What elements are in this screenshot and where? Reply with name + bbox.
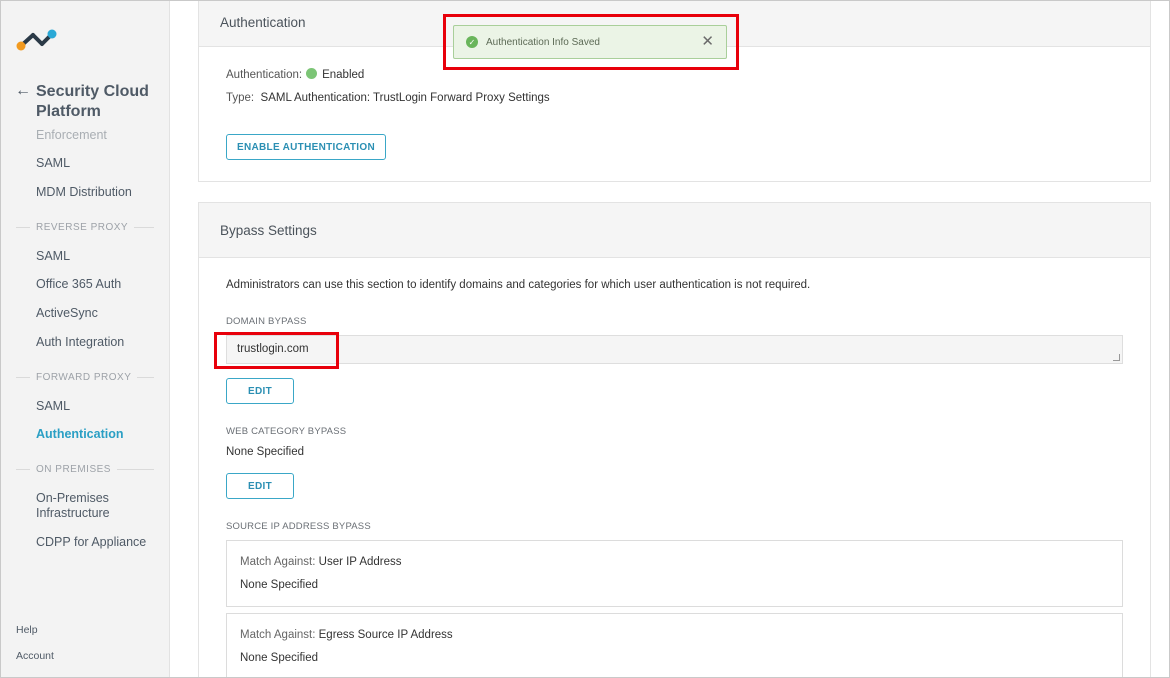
sidebar-item-mdm-distribution[interactable]: MDM Distribution xyxy=(36,185,132,200)
sidebar-item-forward-saml[interactable]: SAML xyxy=(36,399,70,414)
egress-ip-match-value: Egress Source IP Address xyxy=(318,629,453,641)
egress-ip-match-box xyxy=(226,613,1123,678)
sidebar-item-authentication[interactable]: Authentication xyxy=(36,427,124,442)
edit-web-category-bypass-button[interactable]: EDIT xyxy=(226,473,294,499)
bypass-settings-title: Bypass Settings xyxy=(199,203,1150,258)
section-reverse-proxy: REVERSE PROXY xyxy=(16,222,154,233)
authentication-status-value: Enabled xyxy=(322,69,365,81)
status-enabled-dot-icon xyxy=(306,68,318,79)
authentication-type-value: SAML Authentication: TrustLogin Forward … xyxy=(260,92,550,104)
user-ip-match-box xyxy=(226,540,1123,607)
resize-handle-icon[interactable] xyxy=(1113,354,1120,361)
egress-ip-value: None Specified xyxy=(240,652,318,664)
source-ip-bypass-label: SOURCE IP ADDRESS BYPASS xyxy=(226,521,371,532)
section-forward-proxy: FORWARD PROXY xyxy=(16,372,154,383)
web-category-bypass-label: WEB CATEGORY BYPASS xyxy=(226,426,347,437)
domain-bypass-label: DOMAIN BYPASS xyxy=(226,316,307,327)
edit-domain-bypass-button[interactable]: EDIT xyxy=(226,378,294,404)
user-ip-value: None Specified xyxy=(240,579,318,591)
sidebar-item-saml[interactable]: SAML xyxy=(36,156,70,171)
brand-logo[interactable] xyxy=(16,28,58,57)
web-category-bypass-value: None Specified xyxy=(226,446,304,458)
sidebar-item-on-premises-infrastructure[interactable]: On-Premises Infrastructure xyxy=(36,491,146,521)
platform-title: Security Cloud Platform xyxy=(36,83,149,120)
user-ip-match-value: User IP Address xyxy=(318,556,402,568)
authentication-status-label: Authentication: xyxy=(226,69,303,81)
sidebar-item-auth-integration[interactable]: Auth Integration xyxy=(36,335,124,350)
enable-authentication-button[interactable]: ENABLE AUTHENTICATION xyxy=(226,134,386,160)
highlight-toast-box xyxy=(443,14,739,70)
account-link[interactable]: Account xyxy=(16,650,54,662)
authentication-type: Type: SAML Authentication: TrustLogin Fo… xyxy=(226,92,550,104)
authentication-status: Authentication: Enabled xyxy=(226,68,364,81)
sidebar-item-office365-auth[interactable]: Office 365 Auth xyxy=(36,277,121,292)
back-arrow-icon[interactable]: ← xyxy=(15,82,36,100)
section-on-premises: ON PREMISES xyxy=(16,464,154,475)
bypass-description: Administrators can use this section to i… xyxy=(226,279,811,291)
highlight-domain-box xyxy=(214,332,339,369)
sidebar-item-activesync[interactable]: ActiveSync xyxy=(36,306,98,321)
sidebar-item-reverse-saml[interactable]: SAML xyxy=(36,249,70,264)
sidebar-item-cdpp-for-appliance[interactable]: CDPP for Appliance xyxy=(36,535,146,550)
sidebar-item-enforcement[interactable]: Enforcement xyxy=(36,128,107,143)
platform-header[interactable]: ← Security Cloud Platform xyxy=(15,82,166,122)
help-link[interactable]: Help xyxy=(16,624,38,636)
user-ip-match: Match Against: User IP Address xyxy=(240,556,402,568)
sidebar: ← Security Cloud Platform Enforcement SA… xyxy=(0,0,170,678)
authentication-type-label: Type: xyxy=(226,92,255,104)
egress-ip-match: Match Against: Egress Source IP Address xyxy=(240,629,453,641)
domain-bypass-textarea[interactable] xyxy=(226,335,1123,364)
match-against-label: Match Against: xyxy=(240,556,316,568)
match-against-label: Match Against: xyxy=(240,629,316,641)
